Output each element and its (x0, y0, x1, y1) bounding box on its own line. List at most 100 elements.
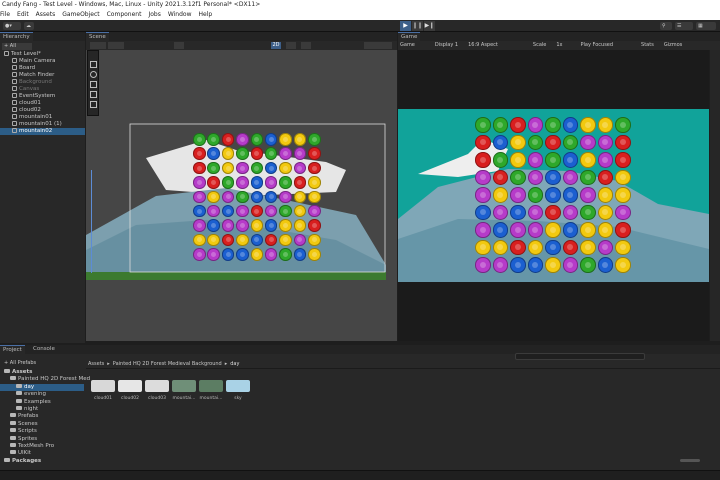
gem-blue[interactable] (475, 204, 491, 220)
gem-green[interactable] (562, 134, 578, 150)
project-folder[interactable]: Examples (0, 398, 84, 406)
scale-tool[interactable] (90, 81, 97, 88)
gem-red[interactable] (562, 239, 578, 255)
gem-purple[interactable] (580, 187, 596, 203)
gem-purple[interactable] (597, 152, 613, 168)
pause-button[interactable]: ❙❙ (412, 21, 423, 31)
gem-yellow[interactable] (510, 134, 526, 150)
project-folder[interactable]: day (0, 383, 84, 391)
gem-purple[interactable] (597, 239, 613, 255)
gem-yellow[interactable] (545, 222, 561, 238)
right-scrollbar[interactable] (710, 50, 720, 341)
gem-red[interactable] (615, 134, 631, 150)
gem-blue[interactable] (545, 169, 561, 185)
hierarchy-item[interactable]: mountain01 (0, 114, 85, 121)
gem-red[interactable] (475, 152, 491, 168)
gem-blue[interactable] (510, 257, 526, 273)
gem-red[interactable] (510, 117, 526, 133)
gem-blue[interactable] (510, 204, 526, 220)
gem-purple[interactable] (527, 222, 543, 238)
gem-green[interactable] (580, 257, 596, 273)
gem-blue[interactable] (545, 187, 561, 203)
gem-purple[interactable] (475, 187, 491, 203)
project-folder[interactable]: Packages (0, 457, 84, 465)
project-search-input[interactable] (515, 353, 645, 360)
gem-blue[interactable] (597, 257, 613, 273)
gem-red[interactable] (545, 204, 561, 220)
gem-blue[interactable] (562, 222, 578, 238)
gem-green[interactable] (510, 169, 526, 185)
gem-purple[interactable] (527, 204, 543, 220)
gem-purple[interactable] (562, 169, 578, 185)
gem-blue[interactable] (545, 239, 561, 255)
gem-purple[interactable] (562, 204, 578, 220)
gem-yellow[interactable] (492, 187, 508, 203)
hierarchy-item[interactable]: mountain02 (0, 128, 85, 135)
gem-purple[interactable] (580, 134, 596, 150)
gem-purple[interactable] (562, 257, 578, 273)
gem-purple[interactable] (475, 169, 491, 185)
grid-icon[interactable] (174, 42, 184, 49)
gem-red[interactable] (615, 152, 631, 168)
cloud-icon[interactable]: ☁ (24, 22, 34, 30)
gem-red[interactable] (475, 134, 491, 150)
gem-yellow[interactable] (615, 239, 631, 255)
gem-yellow[interactable] (597, 187, 613, 203)
menu-gameobject[interactable]: GameObject (62, 10, 99, 20)
gizmo-toggle[interactable] (108, 42, 124, 49)
menu-help[interactable]: Help (199, 10, 213, 20)
gem-red[interactable] (545, 134, 561, 150)
hierarchy-item[interactable]: Main Camera (0, 58, 85, 65)
project-folder[interactable]: Scripts (0, 428, 84, 435)
transform-tool[interactable] (90, 101, 97, 108)
scene-viewport[interactable] (86, 50, 397, 341)
project-folder[interactable]: night (0, 406, 84, 413)
gem-purple[interactable] (527, 152, 543, 168)
gem-green[interactable] (492, 117, 508, 133)
asset-tile[interactable]: cloud02 (117, 380, 143, 401)
asset-tile[interactable]: sky (225, 380, 251, 401)
gem-green[interactable] (545, 152, 561, 168)
gem-red[interactable] (615, 222, 631, 238)
gem-blue[interactable] (492, 222, 508, 238)
tab-console[interactable]: Console (30, 345, 58, 354)
project-folder[interactable]: Painted HQ 2D Forest Med (0, 376, 90, 383)
display-dropdown[interactable]: Display 1 (435, 41, 458, 50)
gem-yellow[interactable] (510, 152, 526, 168)
gizmos-button[interactable]: Gizmos (664, 41, 682, 50)
menu-component[interactable]: Component (107, 10, 142, 20)
project-folder[interactable]: evening (0, 391, 84, 398)
rect-tool[interactable] (90, 91, 97, 98)
account-dropdown[interactable]: ●▾ (3, 22, 21, 30)
gem-yellow[interactable] (615, 187, 631, 203)
layout-dropdown[interactable]: ▦ (696, 22, 716, 30)
gem-red[interactable] (510, 239, 526, 255)
gem-blue[interactable] (492, 134, 508, 150)
gem-purple[interactable] (492, 257, 508, 273)
breadcrumb-day[interactable]: day (230, 361, 239, 367)
scene-gizmos-dropdown[interactable] (364, 42, 392, 49)
stats-button[interactable]: Stats (641, 41, 654, 50)
gem-purple[interactable] (597, 134, 613, 150)
gem-purple[interactable] (492, 204, 508, 220)
hierarchy-item[interactable]: Match Finder (0, 72, 85, 79)
hierarchy-item[interactable]: Board (0, 65, 85, 72)
gem-green[interactable] (580, 169, 596, 185)
gem-green[interactable] (475, 117, 491, 133)
gem-yellow[interactable] (580, 222, 596, 238)
gem-blue[interactable] (562, 117, 578, 133)
breadcrumb-assets[interactable]: Assets (88, 361, 104, 367)
lighting-toggle[interactable] (286, 42, 296, 49)
scale-value[interactable]: 1x (556, 41, 562, 50)
gem-yellow[interactable] (527, 239, 543, 255)
rotate-tool[interactable] (90, 71, 97, 78)
menu-jobs[interactable]: Jobs (148, 10, 160, 20)
hierarchy-item[interactable]: cloud01 (0, 100, 85, 107)
gem-purple[interactable] (527, 117, 543, 133)
gem-green[interactable] (492, 152, 508, 168)
gem-purple[interactable] (527, 169, 543, 185)
gem-purple[interactable] (475, 222, 491, 238)
game-viewport[interactable] (398, 50, 709, 341)
asset-tile[interactable]: mountai... (198, 380, 224, 401)
step-button[interactable]: ▶❙ (424, 21, 435, 31)
